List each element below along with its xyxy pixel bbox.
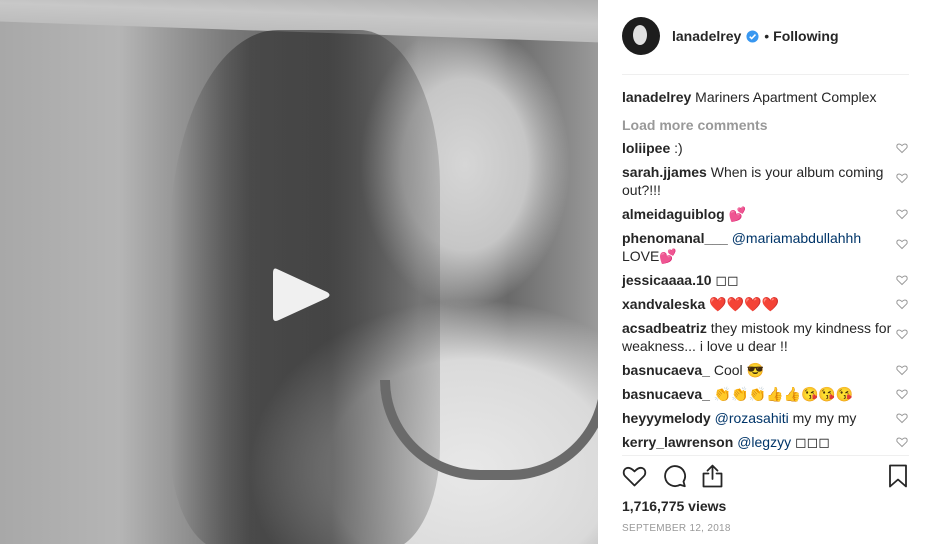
comment-item: xandvaleska ❤️❤️❤️❤️	[622, 295, 908, 313]
comment-item: acsadbeatriz they mistook my kindness fo…	[622, 319, 908, 355]
caption-text: Mariners Apartment Complex	[695, 89, 877, 105]
share-icon[interactable]	[700, 464, 725, 488]
comment-text: ◻◻◻	[794, 434, 830, 450]
comment-username[interactable]: phenomanal___	[622, 230, 728, 246]
comment-item: heyyymelody @rozasahiti my my my	[622, 409, 908, 427]
comment-username[interactable]: heyyymelody	[622, 410, 711, 426]
comment-item: basnucaeva_ 👏👏👏👍👍😘😘😘	[622, 385, 908, 403]
comment-text: my my my	[792, 410, 857, 426]
comment-item: phenomanal___ @mariamabdullahhh LOVE💕	[622, 229, 908, 265]
comment-mention-link[interactable]: @legzyy	[737, 434, 791, 450]
comment-like-icon[interactable]	[896, 172, 908, 184]
load-more-comments-button[interactable]: Load more comments	[622, 117, 907, 133]
comment-item: almeidaguiblog 💕	[622, 205, 908, 223]
comment-username[interactable]: kerry_lawrenson	[622, 434, 733, 450]
comment-mention-link[interactable]: @rozasahiti	[715, 410, 789, 426]
comment-like-icon[interactable]	[896, 412, 908, 424]
comment-item: loliipee :)	[622, 139, 908, 157]
comment-like-icon[interactable]	[896, 142, 908, 154]
verified-badge-icon	[746, 29, 759, 43]
comment-like-icon[interactable]	[896, 328, 908, 340]
comment-like-icon[interactable]	[896, 388, 908, 400]
comment-text: ❤️❤️❤️❤️	[709, 296, 779, 312]
post-date[interactable]: SEPTEMBER 12, 2018	[622, 523, 731, 534]
comment-username[interactable]: loliipee	[622, 140, 670, 156]
comments-list: lanadelrey Mariners Apartment Complex Lo…	[622, 88, 908, 451]
comment-username[interactable]: sarah.jjames	[622, 164, 707, 180]
post-header: lanadelrey • Following	[622, 16, 839, 56]
bookmark-icon[interactable]	[888, 464, 908, 488]
instagram-post: lanadelrey • Following lanadelrey Marine…	[0, 0, 931, 544]
comment-username[interactable]: acsadbeatriz	[622, 320, 707, 336]
username-link[interactable]: lanadelrey	[672, 28, 741, 44]
comment-text: ◻◻	[715, 272, 739, 288]
comment-username[interactable]: jessicaaaa.10	[622, 272, 712, 288]
play-icon[interactable]	[269, 263, 333, 327]
divider	[622, 455, 909, 456]
comment-like-icon[interactable]	[896, 298, 908, 310]
comment-username[interactable]: basnucaeva_	[622, 386, 710, 402]
comment-text: :)	[674, 140, 683, 156]
comment-mention-link[interactable]: @mariamabdullahhh	[732, 230, 861, 246]
view-count[interactable]: 1,716,775 views	[622, 498, 726, 514]
comment-like-icon[interactable]	[896, 208, 908, 220]
post-video[interactable]	[0, 0, 598, 544]
comment-text: 👏👏👏👍👍😘😘😘	[713, 386, 854, 402]
divider	[622, 74, 909, 75]
comment-item: basnucaeva_ Cool 😎	[622, 361, 908, 379]
avatar[interactable]	[622, 17, 660, 55]
heart-icon[interactable]	[622, 464, 647, 488]
post-sidebar: lanadelrey • Following lanadelrey Marine…	[598, 0, 931, 544]
comment-like-icon[interactable]	[896, 436, 908, 448]
comment-item: jessicaaaa.10 ◻◻	[622, 271, 908, 289]
comment-username[interactable]: xandvaleska	[622, 296, 705, 312]
header-separator: •	[764, 28, 770, 44]
comment-text: Cool 😎	[713, 362, 764, 378]
following-button[interactable]: Following	[773, 28, 838, 44]
comment-text: LOVE💕	[622, 248, 677, 264]
comment-username[interactable]: basnucaeva_	[622, 362, 710, 378]
comment-like-icon[interactable]	[896, 364, 908, 376]
comment-like-icon[interactable]	[896, 274, 908, 286]
post-actions	[622, 464, 908, 490]
caption-username[interactable]: lanadelrey	[622, 89, 691, 105]
comment-username[interactable]: almeidaguiblog	[622, 206, 725, 222]
comment-item: sarah.jjames When is your album coming o…	[622, 163, 908, 199]
post-caption: lanadelrey Mariners Apartment Complex	[622, 88, 907, 106]
comment-item: kerry_lawrenson @legzyy ◻◻◻	[622, 433, 908, 451]
comment-like-icon[interactable]	[896, 238, 908, 250]
comment-icon[interactable]	[662, 464, 687, 488]
comment-text: 💕	[728, 206, 747, 222]
